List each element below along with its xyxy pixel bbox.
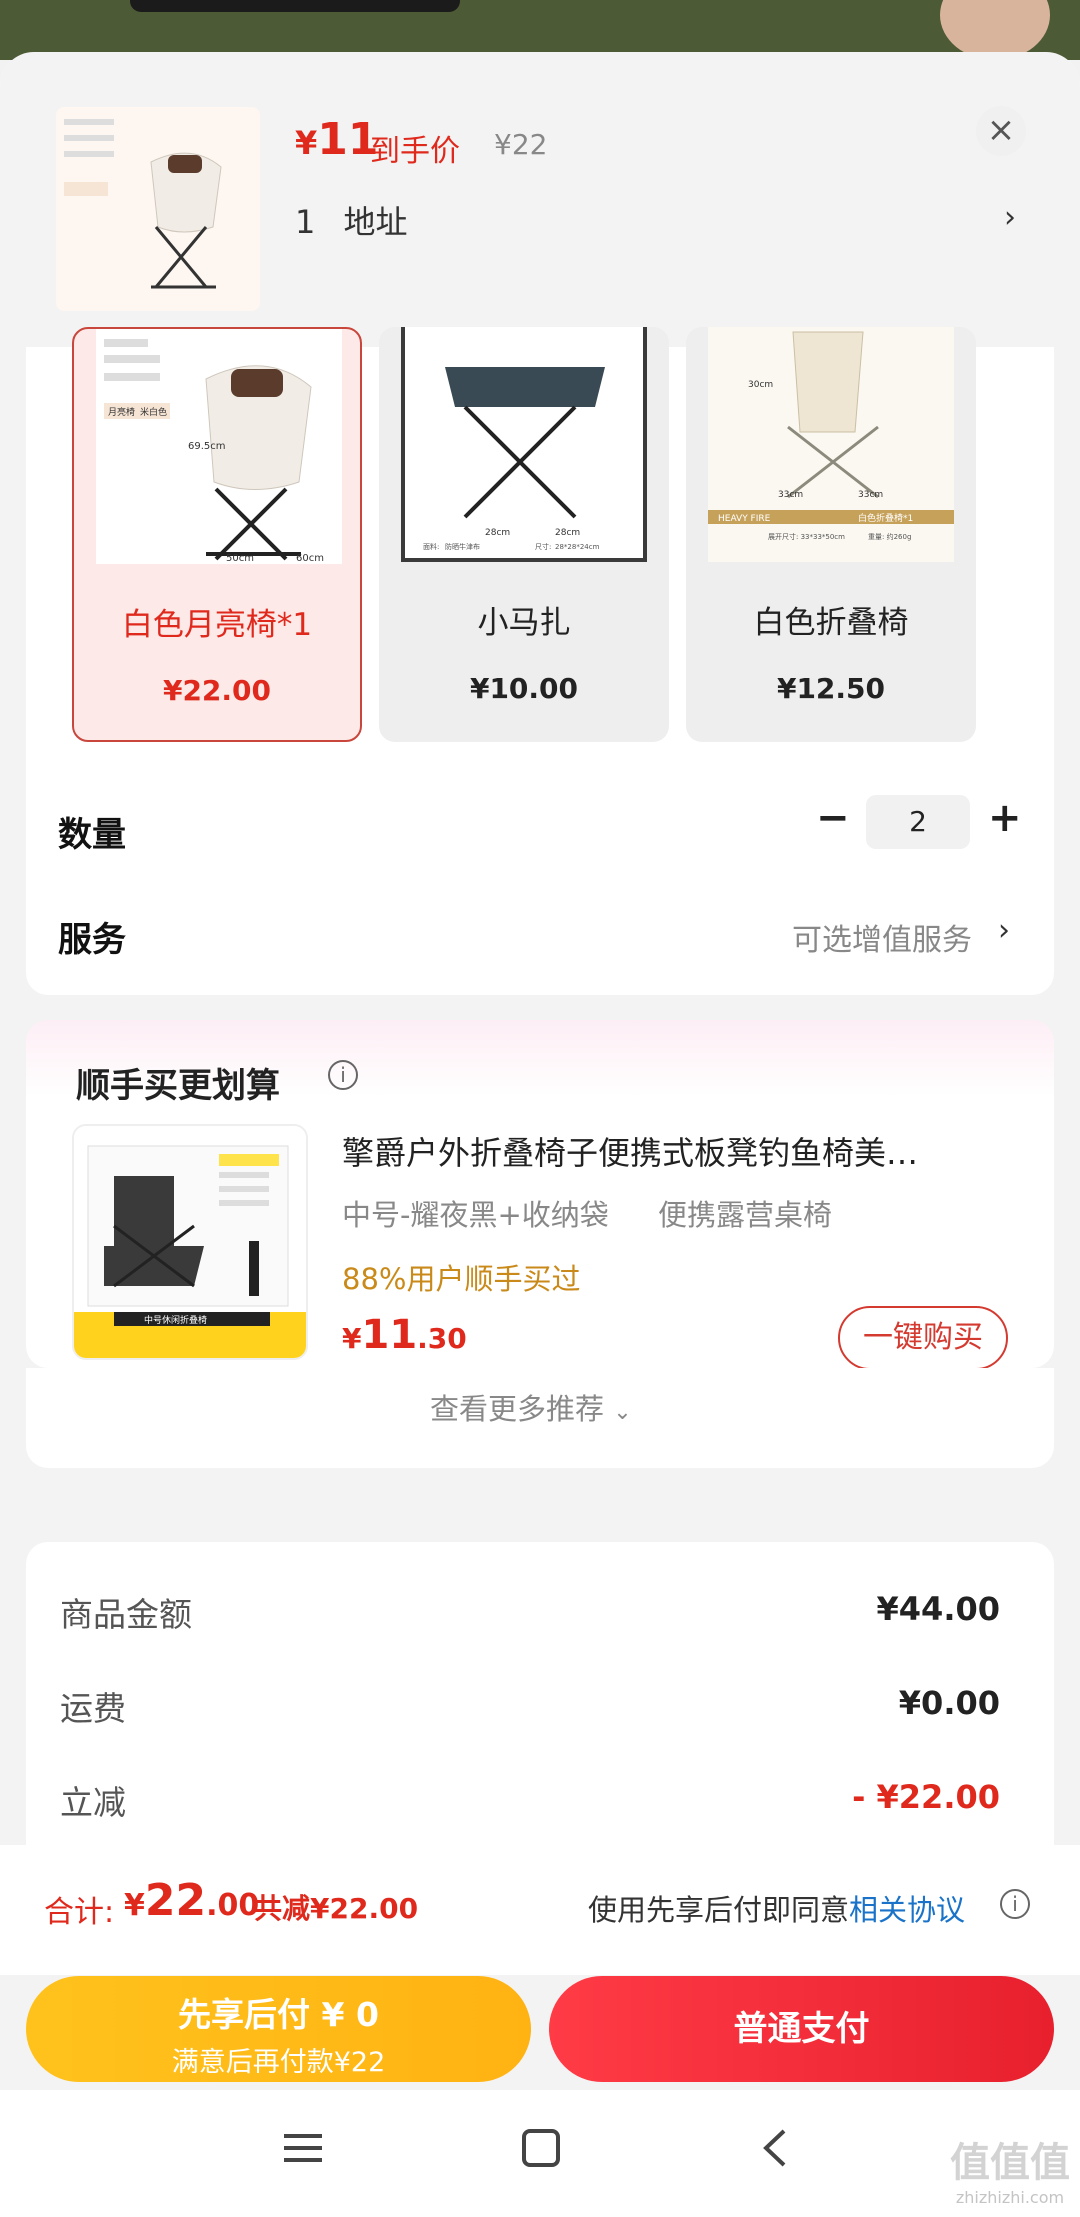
option-stool[interactable]: 28cm 28cm 面料: 防晒牛津布 尺寸: 28*28*24cm 小马扎 ¥…	[379, 327, 669, 742]
stool-spec-4: 28*28*24cm	[555, 543, 600, 551]
white-chair-spec-2: 重量: 约260g	[868, 532, 911, 541]
option-moon-chair[interactable]: 月亮椅 米白色 50cm 60cm 69.5cm 白色月亮椅*1 ¥22.00	[72, 327, 362, 742]
info-icon[interactable]: i	[328, 1060, 358, 1090]
summary-label-discount: 立减	[60, 1783, 126, 1822]
price-int: 11	[361, 1312, 418, 1358]
quantity-input[interactable]: 2	[866, 795, 970, 849]
option-image: 28cm 28cm 面料: 防晒牛津布 尺寸: 28*28*24cm	[401, 327, 647, 562]
more-recommend-link[interactable]: 查看更多推荐 ⌄	[430, 1386, 632, 1428]
address-count: 1	[295, 203, 316, 241]
recommend-product-title[interactable]: 擎爵户外折叠椅子便携式板凳钓鱼椅美…	[342, 1128, 918, 1174]
white-chair-spec-1: 展开尺寸: 33*33*50cm	[768, 532, 845, 541]
service-value[interactable]: 可选增值服务	[792, 915, 972, 959]
home-icon[interactable]	[521, 2128, 561, 2178]
recommend-spec: 中号-耀夜黑+收纳袋	[342, 1198, 609, 1232]
chevron-down-icon: ⌄	[613, 1400, 632, 1425]
total-int: 22	[144, 1875, 207, 1926]
service-label: 服务	[58, 920, 126, 960]
option-image: 30cm 33cm 33cm HEAVY FIRE 白色折叠椅*1 展开尺寸: …	[708, 327, 954, 562]
quantity-minus-button[interactable]: −	[816, 795, 850, 841]
address-row[interactable]: 1 地址	[295, 197, 408, 243]
price-label: 到手价	[370, 134, 460, 169]
total-label: 合计:	[44, 1895, 115, 1930]
white-chair-banner-1: HEAVY FIRE	[718, 514, 771, 524]
white-chair-dim-1: 30cm	[748, 380, 773, 390]
options-card: 月亮椅 米白色 50cm 60cm 69.5cm 白色月亮椅*1 ¥22.00 …	[26, 327, 1054, 995]
recommend-thumb-banner: 中号休闲折叠椅	[144, 1314, 207, 1326]
recommend-footer: 查看更多推荐 ⌄	[26, 1368, 1054, 1468]
option-price: ¥12.50	[776, 672, 886, 705]
quantity-plus-button[interactable]: +	[988, 795, 1022, 841]
agreement-link[interactable]: 相关协议	[849, 1893, 965, 1927]
option-price: ¥22.00	[162, 674, 272, 707]
status-pill	[130, 0, 460, 12]
checkout-footer: 合计: ¥22.00 共减¥22.00 使用先享后付即同意相关协议 i	[0, 1845, 1080, 1975]
summary-label-shipping: 运费	[60, 1689, 126, 1728]
stool-spec-2: 防晒牛津布	[445, 542, 480, 551]
chair-tag-2: 米白色	[140, 406, 167, 418]
white-chair-banner-2: 白色折叠椅*1	[858, 512, 913, 524]
one-click-buy-button[interactable]: 一键购买	[838, 1306, 1008, 1370]
option-name: 白色折叠椅	[753, 605, 909, 641]
watermark: 值值值 zhizhizhi.com	[950, 2130, 1070, 2207]
total-dec: .00	[206, 1888, 260, 1923]
quantity-label: 数量	[58, 815, 126, 855]
hand-price: ¥11	[295, 114, 379, 165]
total-amount: ¥22.00	[124, 1875, 259, 1926]
info-icon[interactable]: i	[1000, 1889, 1030, 1919]
recommend-card: 顺手买更划算 i 中号休闲折叠椅 擎爵户外折叠椅子便携式板凳钓鱼椅美… 中号-耀…	[26, 1020, 1054, 1370]
watermark-top: 值值值	[950, 2140, 1070, 2186]
product-thumbnail[interactable]	[56, 107, 260, 311]
pay-later-button[interactable]: 先享后付 ¥ 0 满意后再付款¥22	[26, 1976, 531, 2082]
agreement-prefix: 使用先享后付即同意	[588, 1893, 850, 1927]
option-white-chair[interactable]: 30cm 33cm 33cm HEAVY FIRE 白色折叠椅*1 展开尺寸: …	[686, 327, 976, 742]
menu-icon[interactable]	[284, 2130, 324, 2176]
pay-later-title: 先享后付 ¥ 0	[178, 1995, 379, 2034]
white-chair-dim-3: 33cm	[858, 490, 883, 500]
summary-value-discount: - ¥22.00	[852, 1778, 1000, 1816]
recommend-thumbnail[interactable]: 中号休闲折叠椅	[72, 1124, 308, 1360]
price-dec: .30	[417, 1322, 467, 1355]
option-name: 小马扎	[477, 605, 571, 641]
total-symbol: ¥	[124, 1888, 145, 1923]
price-symbol: ¥	[295, 124, 318, 162]
watermark-bottom: zhizhizhi.com	[955, 2188, 1065, 2207]
summary-value-shipping: ¥0.00	[898, 1684, 1000, 1722]
close-icon[interactable]: ×	[976, 106, 1026, 156]
recommend-price: ¥11.30	[342, 1312, 467, 1358]
stool-spec-3: 尺寸:	[535, 542, 551, 551]
stool-spec-1: 面料:	[423, 542, 439, 551]
agreement-text: 使用先享后付即同意相关协议	[588, 1887, 965, 1929]
back-icon[interactable]	[760, 2128, 790, 2178]
background-video	[0, 0, 1080, 60]
stool-dim-1: 28cm	[485, 528, 510, 538]
more-label: 查看更多推荐	[430, 1392, 605, 1426]
chevron-right-icon[interactable]: ›	[1004, 200, 1016, 235]
recommend-title: 顺手买更划算	[76, 1066, 280, 1106]
background-image	[940, 0, 1050, 60]
stool-dim-2: 28cm	[555, 528, 580, 538]
original-price: ¥22	[494, 128, 548, 161]
white-chair-dim-2: 33cm	[778, 490, 803, 500]
pay-later-sub: 满意后再付款¥22	[171, 2047, 386, 2078]
option-price: ¥10.00	[469, 672, 579, 705]
system-nav-bar: 值值值 zhizhizhi.com	[0, 2090, 1080, 2217]
option-name: 白色月亮椅*1	[121, 607, 313, 643]
summary-label-subtotal: 商品金额	[60, 1595, 192, 1634]
dim-3: 69.5cm	[188, 441, 226, 452]
address-label: 地址	[343, 203, 408, 241]
chair-tag-1: 月亮椅	[108, 406, 135, 418]
chevron-right-icon[interactable]: ›	[998, 913, 1010, 948]
option-image: 月亮椅 米白色 50cm 60cm 69.5cm	[96, 329, 342, 564]
moon-chair-image	[64, 119, 222, 289]
recommend-tag: 便携露营桌椅	[658, 1198, 833, 1232]
summary-value-subtotal: ¥44.00	[876, 1590, 1000, 1628]
price-symbol: ¥	[342, 1322, 362, 1355]
total-saved: 共减¥22.00	[254, 1892, 419, 1925]
recommend-social-proof: 88%用户顺手买过	[342, 1262, 581, 1296]
dim-2: 60cm	[296, 553, 324, 564]
pay-button[interactable]: 普通支付	[549, 1976, 1054, 2082]
dim-1: 50cm	[226, 553, 254, 564]
